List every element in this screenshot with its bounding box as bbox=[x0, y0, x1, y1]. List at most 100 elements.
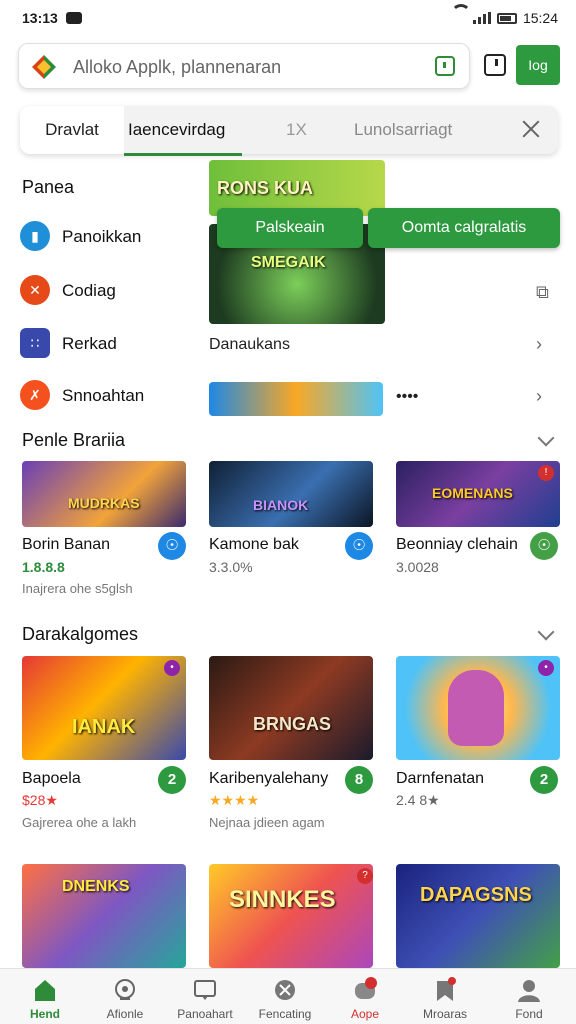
install-button[interactable]: 2 bbox=[158, 766, 186, 794]
nav-item-home[interactable]: Hend bbox=[4, 973, 86, 1021]
nav-label: Mroaras bbox=[422, 1007, 467, 1021]
card-art-text: DNENKS bbox=[62, 878, 130, 895]
game-card-image[interactable]: EOMENANS ! bbox=[396, 461, 560, 527]
new-badge: ? bbox=[357, 868, 373, 884]
close-icon[interactable] bbox=[520, 118, 542, 140]
nav-item-saved[interactable]: Mroaras bbox=[404, 973, 486, 1021]
category-label: Panoikkan bbox=[62, 227, 142, 246]
wifi-icon bbox=[450, 4, 471, 24]
tab-dravlat[interactable]: Dravlat bbox=[20, 106, 124, 154]
search-bar[interactable]: Alloko Applk, plannenaran bbox=[18, 43, 470, 89]
new-badge: • bbox=[538, 660, 554, 676]
cross-icon: ✗ bbox=[20, 380, 50, 410]
game-card-image[interactable]: DNENKS bbox=[22, 864, 186, 968]
apps-icon bbox=[355, 977, 377, 999]
nav-label: Panoahart bbox=[177, 1007, 233, 1021]
profile-icon bbox=[518, 980, 540, 1002]
chevron-right-icon[interactable]: › bbox=[536, 334, 542, 355]
nav-label: Afionle bbox=[106, 1007, 144, 1021]
primary-action-button[interactable]: Palskeain bbox=[217, 208, 363, 248]
status-right: 15:24 bbox=[450, 4, 558, 26]
game-art-title: SMEGAIK bbox=[251, 254, 326, 271]
tab-1x[interactable]: 1X bbox=[286, 106, 307, 154]
nav-item-explore[interactable]: Fencating bbox=[244, 973, 326, 1021]
new-badge: • bbox=[164, 660, 180, 676]
featured-label: Danaukans bbox=[209, 336, 290, 353]
download-icon[interactable]: ☉ bbox=[158, 532, 186, 560]
message-icon bbox=[66, 12, 82, 24]
nav-item-notifications[interactable]: Afionle bbox=[84, 973, 166, 1021]
chat-icon bbox=[194, 980, 216, 1000]
game-card-image[interactable]: • bbox=[396, 656, 560, 760]
banner-text: RONS KUA bbox=[217, 178, 314, 198]
category-label: Snnoahtan bbox=[62, 386, 145, 405]
game-card-image[interactable]: BIANOK bbox=[209, 461, 373, 527]
home-icon bbox=[35, 980, 55, 1001]
card-art-text: MUDRKAS bbox=[68, 495, 140, 511]
game-title: Borin Banan bbox=[22, 536, 111, 553]
game-title: Karibenyalehany bbox=[209, 770, 329, 787]
status-time-right: 15:24 bbox=[522, 10, 558, 26]
game-rating: 1.8.8.8 bbox=[22, 559, 65, 575]
game-card-image[interactable]: DAPAGSNS bbox=[396, 864, 560, 968]
game-card-image[interactable]: SINNKES ? bbox=[209, 864, 373, 968]
signal-icon bbox=[472, 12, 491, 24]
card-art-text: BIANOK bbox=[253, 497, 309, 513]
download-icon[interactable]: ☉ bbox=[530, 532, 558, 560]
nav-label: Fond bbox=[515, 1007, 543, 1021]
nav-label: Hend bbox=[30, 1007, 60, 1021]
section-title-dark: Darakalgomes bbox=[22, 624, 139, 644]
card-art-text: BRNGAS bbox=[253, 714, 332, 734]
tab-active[interactable]: Iaencevirdag bbox=[124, 106, 242, 156]
category-item[interactable]: ∷ Rerkad bbox=[20, 327, 200, 361]
game-rating: 2.4 8★ bbox=[396, 792, 440, 808]
game-meta: Nejnaa jdieen agam bbox=[209, 815, 325, 830]
search-go-button[interactable]: Iog bbox=[516, 45, 560, 85]
game-card-image[interactable]: MUDRKAS bbox=[22, 461, 186, 527]
game-card-image[interactable]: BRNGAS bbox=[209, 656, 373, 760]
tab-strip: Dravlat Iaencevirdag 1X Lunolsarriagt bbox=[20, 106, 558, 156]
notification-icon[interactable] bbox=[484, 54, 506, 76]
dice-icon: ∷ bbox=[20, 328, 50, 358]
voice-search-icon[interactable] bbox=[435, 56, 455, 76]
status-time: 13:13 bbox=[22, 10, 58, 26]
category-item[interactable]: ✕ Codiag bbox=[20, 274, 200, 308]
game-rating: 3.0028 bbox=[396, 559, 439, 575]
secondary-action-button[interactable]: Oomta calgralatis bbox=[368, 208, 560, 248]
more-dots[interactable]: •••• bbox=[396, 388, 418, 406]
app-logo-icon bbox=[30, 53, 58, 81]
tab-lunolsarriagt[interactable]: Lunolsarriagt bbox=[354, 106, 452, 154]
nav-label: Aope bbox=[350, 1007, 380, 1021]
compass-icon bbox=[275, 980, 295, 1000]
nav-item-profile[interactable]: Fond bbox=[488, 973, 570, 1021]
chevron-down-icon[interactable] bbox=[537, 429, 555, 447]
link-icon[interactable]: ⧉ bbox=[536, 282, 549, 303]
download-icon[interactable]: ☉ bbox=[345, 532, 373, 560]
card-art-text: SINNKES bbox=[229, 886, 336, 913]
chevron-down-icon[interactable] bbox=[537, 623, 555, 641]
nav-label: Fencating bbox=[258, 1007, 312, 1021]
game-title: Darnfenatan bbox=[396, 770, 485, 787]
category-label: Codiag bbox=[62, 281, 116, 300]
bottom-navigation: Hend Afionle Panoahart Fencating Aope Mr… bbox=[0, 968, 576, 1024]
game-title: Kamone bak bbox=[209, 536, 299, 553]
section-title-popular: Penle Brariia bbox=[22, 430, 126, 450]
bookmark-icon bbox=[437, 977, 456, 1001]
status-bar: 13:13 15:24 bbox=[0, 0, 576, 36]
game-card-image[interactable]: IANAK • bbox=[22, 656, 186, 760]
install-button[interactable]: 8 bbox=[345, 766, 373, 794]
nav-item-apps[interactable]: Aope bbox=[324, 973, 406, 1021]
install-button[interactable]: 2 bbox=[530, 766, 558, 794]
category-item[interactable]: ▮ Panoikkan bbox=[20, 220, 200, 254]
category-item[interactable]: ✗ Snnoahtan bbox=[20, 379, 200, 413]
game-title: Beonniay clehain bbox=[396, 536, 518, 553]
chevron-right-icon[interactable]: › bbox=[536, 386, 542, 407]
card-art-text: DAPAGSNS bbox=[420, 884, 532, 906]
featured-strip-art[interactable] bbox=[209, 382, 383, 416]
nav-item-chat[interactable]: Panoahart bbox=[164, 973, 246, 1021]
new-badge: ! bbox=[538, 465, 554, 481]
card-art-text: IANAK bbox=[72, 716, 136, 738]
game-meta: Gajrerea ohe a lakh bbox=[22, 815, 137, 830]
card-art-text: EOMENANS bbox=[432, 485, 513, 501]
game-rating: 3.3.0% bbox=[209, 559, 253, 575]
